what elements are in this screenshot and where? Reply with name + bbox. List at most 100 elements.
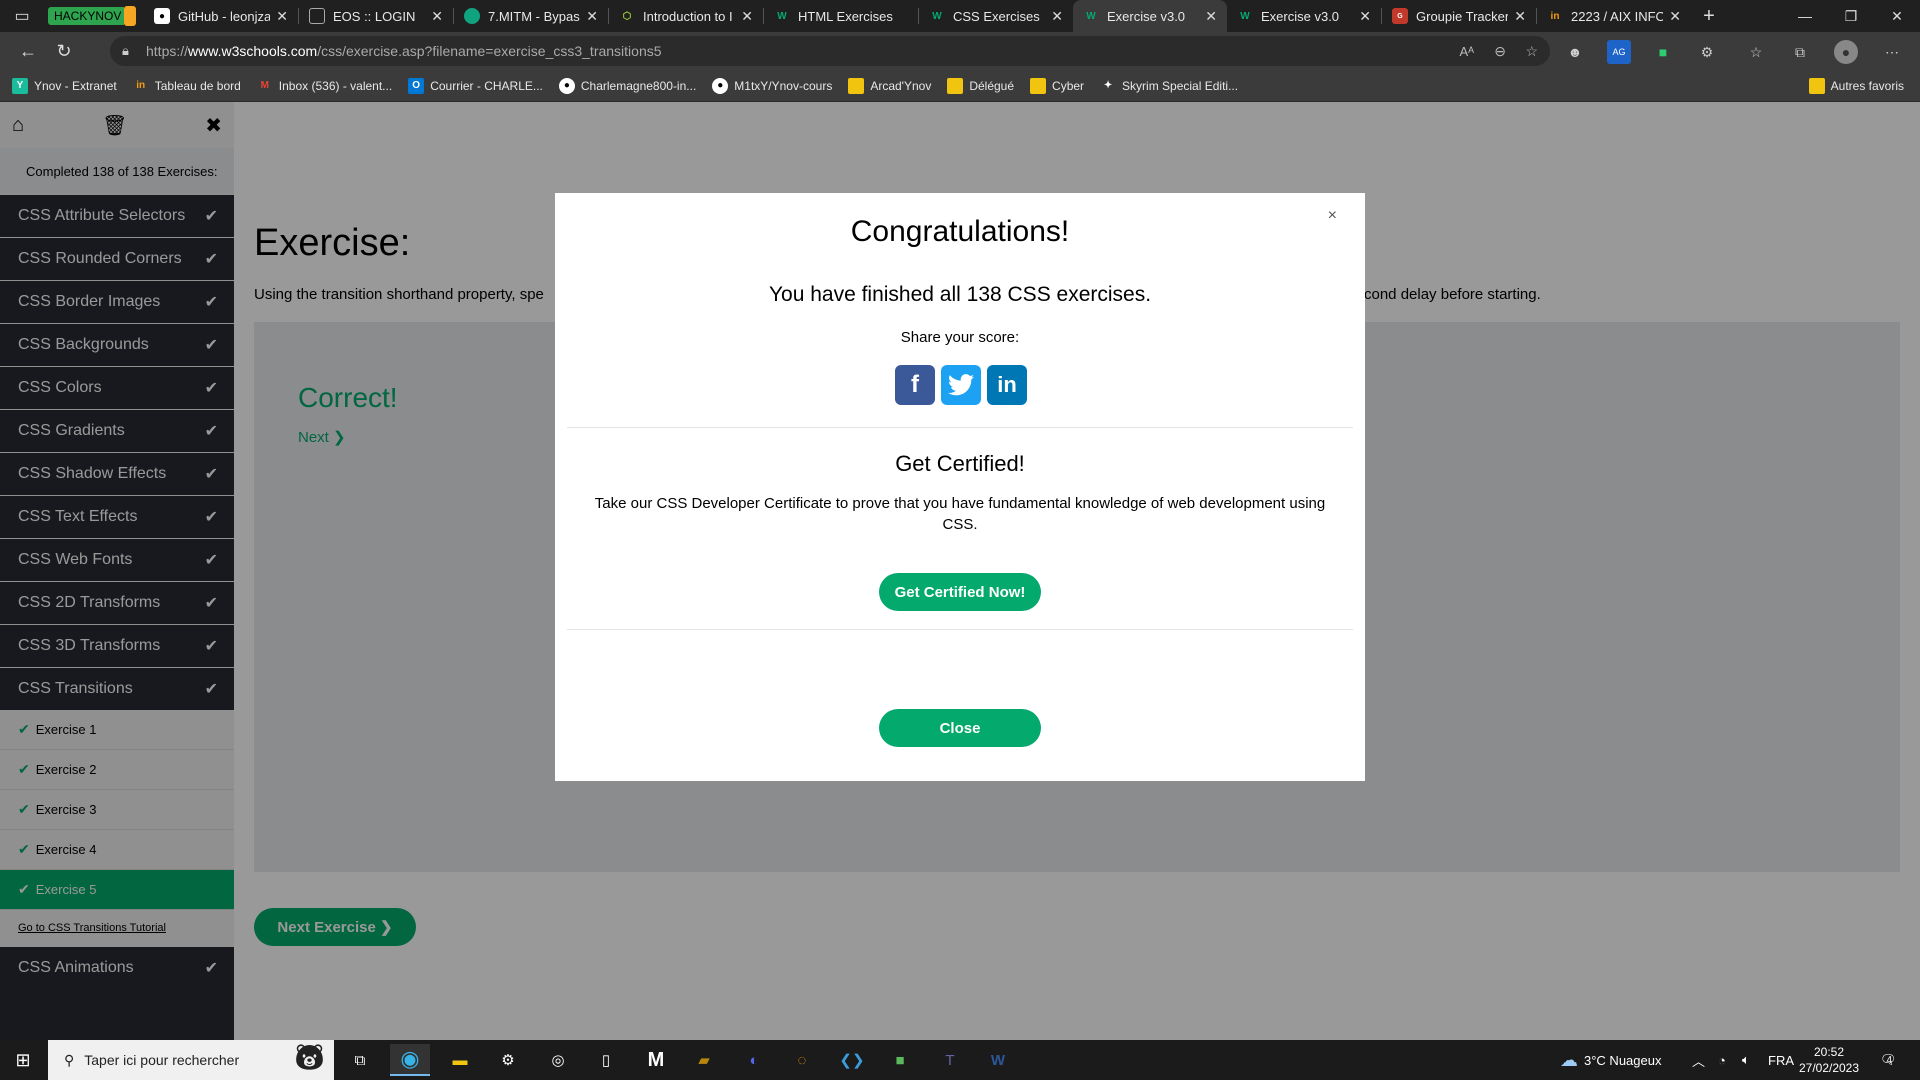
weather-widget[interactable]: ☁ 3°C Nuageux	[1560, 1040, 1661, 1080]
system-clock[interactable]: 20:52 27/02/2023	[1794, 1044, 1864, 1076]
tab-actions-icon[interactable]: ▭	[0, 0, 44, 32]
document-icon[interactable]: ▯	[586, 1044, 626, 1076]
teams-icon[interactable]: T	[930, 1044, 970, 1076]
m-app-icon[interactable]: M	[636, 1044, 676, 1076]
tab-exercise-2[interactable]: W Exercise v3.0 ✕	[1227, 0, 1381, 32]
bookmark-charlemagne[interactable]: ● Charlemagne800-in...	[558, 77, 696, 94]
in-icon: in	[1550, 10, 1560, 22]
facebook-icon[interactable]: f	[895, 365, 935, 405]
bookmark-inbox[interactable]: M Inbox (536) - valent...	[257, 78, 393, 94]
bookmark-delegue[interactable]: Délégué	[947, 77, 1014, 94]
tab-introduction[interactable]: ⬡ Introduction to I ✕	[609, 0, 763, 32]
restore-icon[interactable]: ❐	[1828, 0, 1874, 32]
url-domain: www.w3schools.com	[188, 43, 318, 59]
notification-count: 4	[1886, 1054, 1893, 1066]
close-icon[interactable]: ✕	[1051, 8, 1063, 25]
github-icon: ●	[558, 77, 575, 94]
twitter-icon[interactable]	[941, 365, 981, 405]
edge-icon[interactable]: ◉	[390, 1044, 430, 1076]
more-icon[interactable]: ⋯	[1880, 40, 1904, 64]
extensions-icon[interactable]: ⚙	[1695, 40, 1719, 64]
extension-face-icon[interactable]: ☻	[1563, 40, 1587, 64]
w3schools-icon: W	[1240, 10, 1250, 22]
read-aloud-icon[interactable]: Aᴬ	[1459, 44, 1474, 59]
back-icon[interactable]: ←	[10, 35, 46, 67]
tab-hackynov[interactable]: HACKYNOV	[44, 0, 124, 32]
bookmark-tableau[interactable]: in Tableau de bord	[133, 78, 241, 94]
profile-avatar[interactable]: ●	[1834, 40, 1858, 64]
favorite-add-icon[interactable]: ☆	[1525, 43, 1538, 60]
ubisoft-icon[interactable]: ◎	[538, 1044, 578, 1076]
tab-groupie[interactable]: G Groupie Tracker ✕	[1382, 0, 1536, 32]
windows-start-icon[interactable]: ⊞	[0, 1040, 46, 1080]
tab-aix-info[interactable]: in 2223 / AIX INFO ✕	[1537, 0, 1691, 32]
tab-group-marker[interactable]	[124, 6, 136, 26]
network-icon[interactable]: ◔	[1718, 1040, 1726, 1080]
collections-icon[interactable]: ⧉	[1788, 40, 1812, 64]
close-icon[interactable]: ✕	[741, 8, 753, 25]
zoom-icon[interactable]: ⊖	[1494, 43, 1506, 60]
chest-icon[interactable]: ▰	[684, 1044, 724, 1076]
close-icon[interactable]: ✕	[276, 8, 288, 25]
tab-github[interactable]: ● GitHub - leonjza ✕	[144, 0, 298, 32]
minecraft-icon[interactable]: ■	[880, 1044, 920, 1076]
refresh-icon[interactable]: ↻	[46, 35, 82, 67]
bookmark-m1txy[interactable]: ● M1txY/Ynov-cours	[712, 77, 832, 94]
skyrim-icon: ✦	[1103, 80, 1113, 91]
tray-chevron-icon[interactable]: ︿	[1692, 1040, 1705, 1080]
tab-exercise-active[interactable]: W Exercise v3.0 ✕	[1073, 0, 1227, 32]
linkedin-icon[interactable]: in	[987, 365, 1027, 405]
mitm-icon	[464, 8, 480, 24]
close-icon[interactable]: ✕	[1205, 8, 1217, 25]
volume-icon[interactable]: 🔈︎	[1742, 1040, 1750, 1080]
bookmark-cyber[interactable]: Cyber	[1030, 77, 1084, 94]
tab-label: HACKYNOV	[48, 7, 124, 25]
clock-time: 20:52	[1813, 1045, 1845, 1059]
tab-css-exercises[interactable]: W CSS Exercises ✕	[919, 0, 1073, 32]
groupie-icon: G	[1392, 8, 1408, 24]
close-icon[interactable]: ✕	[1514, 8, 1526, 25]
windows-taskbar: ⊞ ⚲ Taper ici pour rechercher 🐻︎ ⧉ ◉ ▬ ⚙…	[0, 1040, 1920, 1080]
origin-icon[interactable]: ◌	[782, 1044, 822, 1076]
get-certified-button[interactable]: Get Certified Now!	[879, 573, 1041, 611]
cert-text: Take our CSS Developer Certificate to pr…	[594, 495, 1326, 533]
extension-ag-icon[interactable]: AG	[1607, 40, 1631, 64]
new-tab-icon[interactable]: +	[1691, 0, 1727, 32]
file-explorer-icon[interactable]: ▬	[440, 1044, 480, 1076]
bookmark-skyrim[interactable]: ✦ Skyrim Special Editi...	[1100, 78, 1238, 94]
extension-green-icon[interactable]: ■	[1651, 40, 1675, 64]
tab-eos[interactable]: EOS :: LOGIN ✕	[299, 0, 453, 32]
bookmark-other-favorites[interactable]: Autres favoris	[1808, 77, 1904, 94]
in-icon: in	[136, 80, 146, 91]
tab-label: GitHub - leonjza	[178, 8, 271, 24]
word-icon[interactable]: W	[978, 1044, 1018, 1076]
discord-icon[interactable]: ◐	[734, 1044, 774, 1076]
search-placeholder: Taper ici pour rechercher	[84, 1052, 240, 1068]
page-icon	[309, 8, 325, 24]
task-view-icon[interactable]: ⧉	[340, 1044, 380, 1076]
web-page: ⌂ 🗑︎ ✖ Completed 138 of 138 Exercises: C…	[0, 102, 1920, 1040]
close-icon[interactable]: ✕	[1359, 8, 1371, 25]
tab-html-exercises[interactable]: W HTML Exercises	[764, 0, 918, 32]
window-close-icon[interactable]: ✕	[1874, 0, 1920, 32]
bookmark-courrier[interactable]: O Courrier - CHARLE...	[408, 77, 543, 94]
close-button[interactable]: Close	[879, 709, 1041, 747]
vscode-icon[interactable]: ❮❯	[832, 1044, 872, 1076]
tab-mitm[interactable]: 7.MITM - Bypass ✕	[454, 0, 608, 32]
close-icon[interactable]: ✕	[586, 8, 598, 25]
w3schools-icon: W	[932, 10, 942, 22]
tab-label: EOS :: LOGIN	[333, 8, 416, 24]
close-icon[interactable]: ✕	[431, 8, 443, 25]
close-icon[interactable]: ✕	[1669, 8, 1681, 25]
language-indicator[interactable]: FRA	[1768, 1040, 1794, 1080]
url-bar[interactable]: 🔒︎ https://www.w3schools.com/css/exercis…	[110, 36, 1550, 66]
url-path: /css/exercise.asp?filename=exercise_css3…	[317, 43, 662, 59]
bookmark-ynov-extranet[interactable]: Y Ynov - Extranet	[12, 77, 117, 94]
bookmark-arcadynov[interactable]: Arcad'Ynov	[848, 77, 931, 94]
steam-icon[interactable]: ⚙	[488, 1044, 528, 1076]
notification-center[interactable]: 🗨︎ 4	[1880, 1040, 1897, 1080]
taskbar-search[interactable]: ⚲ Taper ici pour rechercher 🐻︎	[48, 1040, 334, 1080]
favorites-icon[interactable]: ☆	[1744, 40, 1768, 64]
folder-icon	[1030, 77, 1047, 94]
minimize-icon[interactable]: —	[1782, 0, 1828, 32]
